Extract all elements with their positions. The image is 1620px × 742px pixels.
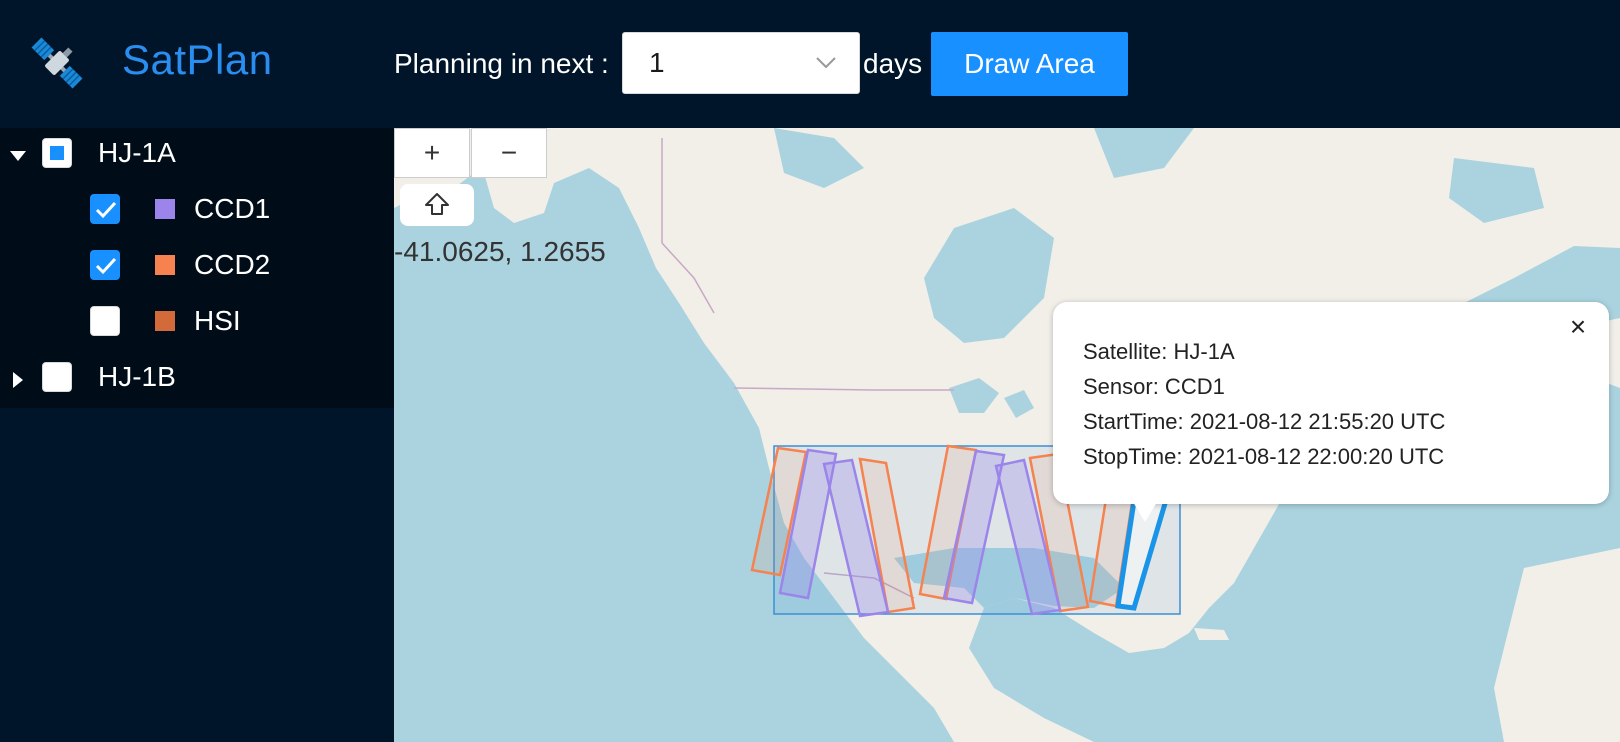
color-swatch-ccd1 [155,199,175,219]
planning-label: Planning in next : [394,48,609,79]
checkbox-ccd1[interactable] [90,194,120,224]
app-header: SatPlan Planning in next : 1 days Draw A… [0,0,1620,128]
popup-pointer [1133,502,1157,522]
footprint-popup: × Satellite: HJ-1A Sensor: CCD1 StartTim… [1053,302,1609,522]
check-icon [95,201,117,219]
draw-area-button[interactable]: Draw Area [931,32,1128,96]
zoom-out-button[interactable]: − [471,128,547,178]
land-south-america [1494,548,1620,742]
tree-node-ccd1: CCD1 [0,184,394,240]
close-icon[interactable]: × [1563,312,1593,342]
satellite-tree: HJ-1A CCD1 CCD2 HSI HJ-1B [0,128,394,742]
color-swatch-ccd2 [155,255,175,275]
checkbox-hsi[interactable] [90,306,120,336]
chevron-down-icon [816,57,836,69]
tree-label-hj-1b[interactable]: HJ-1B [98,360,176,394]
tree-node-hsi: HSI [0,296,394,352]
checkbox-hj-1a[interactable] [42,138,72,168]
arrow-up-icon [425,193,449,215]
days-label: days [863,48,923,79]
app-title: SatPlan [122,36,273,83]
tree-node-ccd2: CCD2 [0,240,394,296]
cursor-coordinates: -41.0625, 1.2655 [394,236,606,267]
satellite-icon [31,37,83,89]
caret-down-icon[interactable] [10,151,26,161]
popup-sensor: Sensor: CCD1 [1083,374,1225,399]
tree-node-hj-1a: HJ-1A [0,128,394,184]
color-swatch-hsi [155,311,175,331]
reset-view-button[interactable] [400,184,474,226]
popup-start-time: StartTime: 2021-08-12 21:55:20 UTC [1083,409,1446,434]
checkbox-hj-1b[interactable] [42,362,72,392]
tree-node-hj-1b: HJ-1B [0,352,394,408]
days-select[interactable]: 1 [622,32,860,94]
tree-label-hsi[interactable]: HSI [194,304,241,338]
zoom-in-button[interactable]: + [394,128,470,178]
check-icon [95,257,117,275]
popup-satellite: Satellite: HJ-1A [1083,339,1235,364]
caret-right-icon[interactable] [13,372,23,388]
tree-label-ccd1[interactable]: CCD1 [194,192,270,226]
tree-label-ccd2[interactable]: CCD2 [194,248,270,282]
popup-stop-time: StopTime: 2021-08-12 22:00:20 UTC [1083,444,1445,469]
checkbox-ccd2[interactable] [90,250,120,280]
tree-label-hj-1a[interactable]: HJ-1A [98,136,176,170]
days-select-value: 1 [649,47,665,78]
